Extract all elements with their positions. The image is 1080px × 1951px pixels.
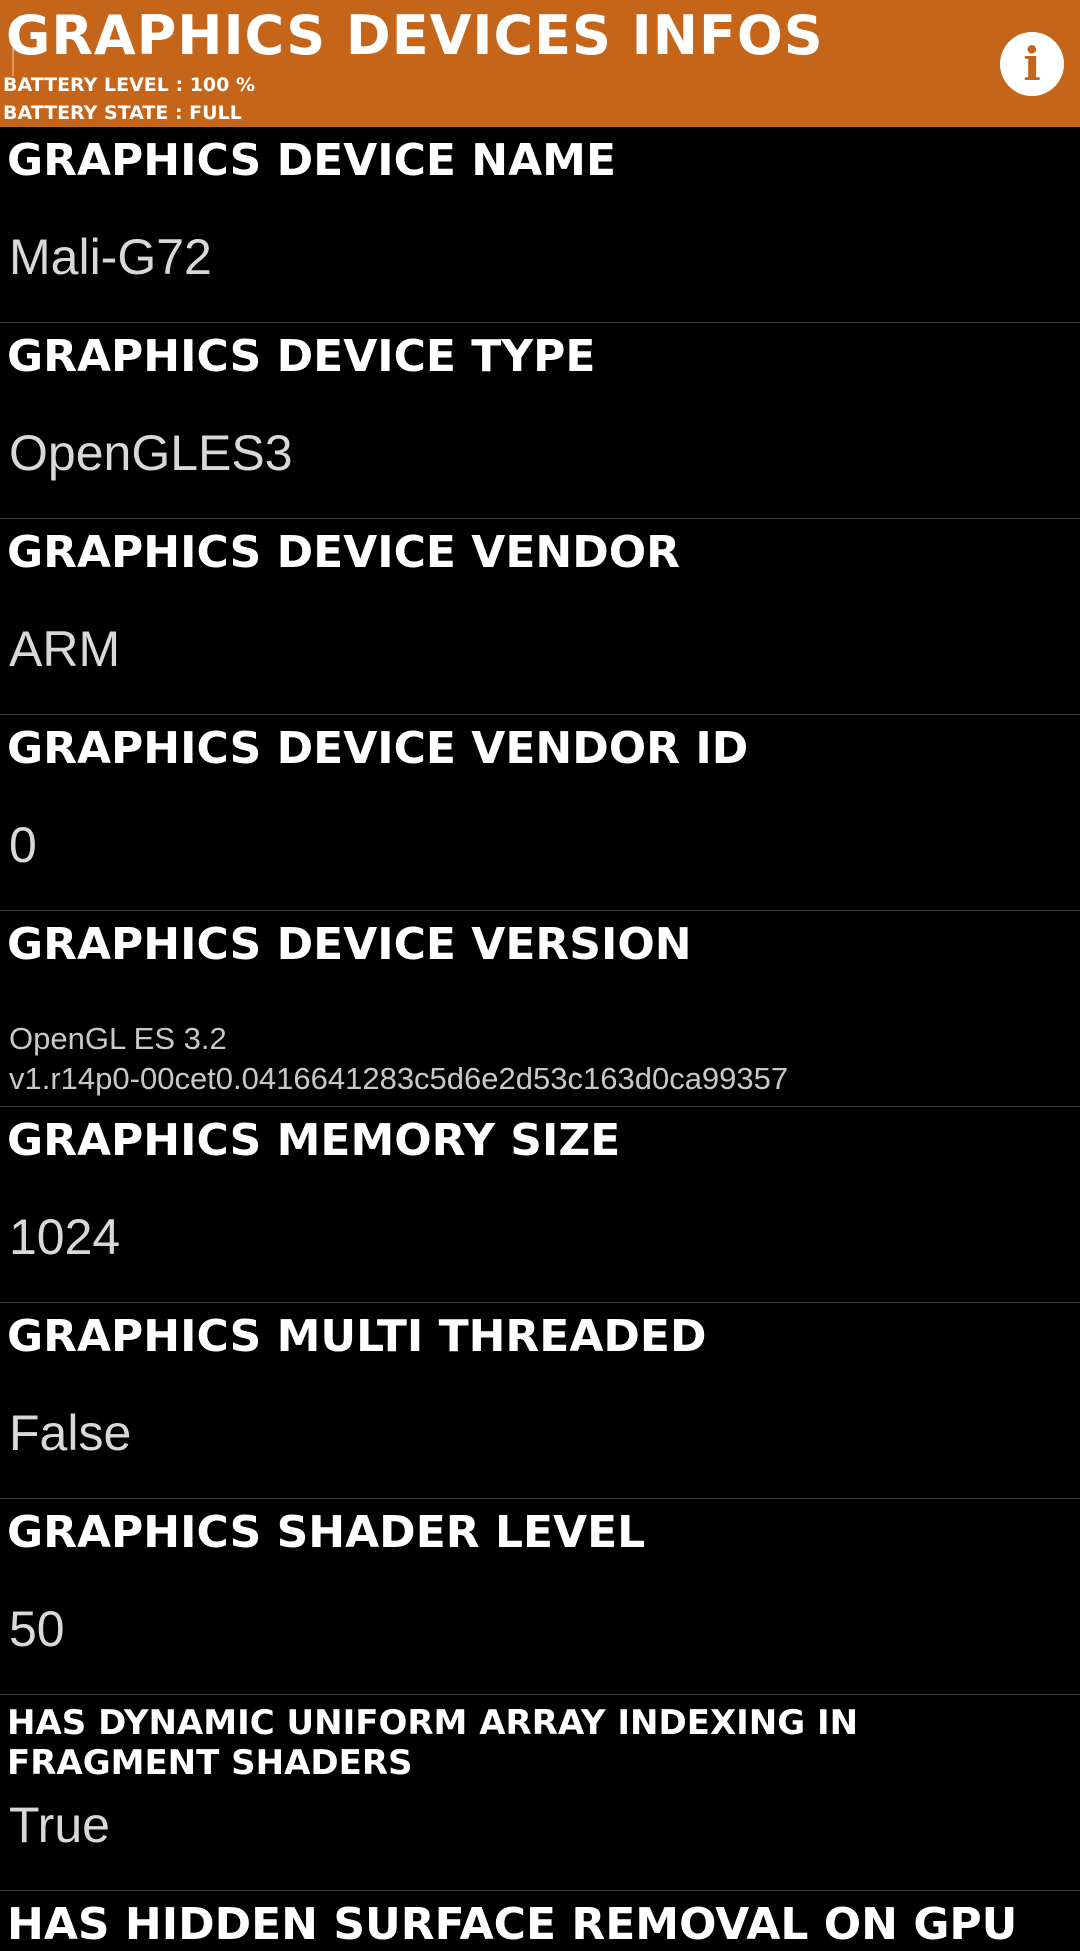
row-label: GRAPHICS DEVICE NAME: [7, 135, 616, 186]
row-value: OpenGL ES 3.2 v1.r14p0-00cet0.0416641283…: [9, 1021, 789, 1096]
list-item: GRAPHICS DEVICE VENDOR ARM: [0, 519, 1080, 715]
app-header: GRAPHICS DEVICES INFOS BATTERY LEVEL : 1…: [0, 0, 1080, 127]
list-item: GRAPHICS DEVICE TYPE OpenGLES3: [0, 323, 1080, 519]
row-label: GRAPHICS DEVICE VERSION: [7, 919, 692, 970]
row-label: HAS HIDDEN SURFACE REMOVAL ON GPU: [7, 1899, 1018, 1950]
list-item: GRAPHICS DEVICE VERSION OpenGL ES 3.2 v1…: [0, 911, 1080, 1107]
row-value: True: [9, 1797, 110, 1853]
list-item: GRAPHICS DEVICE VENDOR ID 0: [0, 715, 1080, 911]
row-label: GRAPHICS DEVICE VENDOR ID: [7, 723, 749, 774]
list-item: HAS HIDDEN SURFACE REMOVAL ON GPU: [0, 1891, 1080, 1951]
row-value: 0: [9, 817, 37, 873]
info-icon[interactable]: i: [1000, 32, 1064, 96]
list-item: GRAPHICS DEVICE NAME Mali-G72: [0, 127, 1080, 323]
battery-level-text: BATTERY LEVEL : 100 %: [3, 74, 256, 96]
list-item: GRAPHICS MULTI THREADED False: [0, 1303, 1080, 1499]
row-label: GRAPHICS MULTI THREADED: [7, 1311, 707, 1362]
row-label: HAS DYNAMIC UNIFORM ARRAY INDEXING IN FR…: [7, 1703, 859, 1783]
row-label: GRAPHICS SHADER LEVEL: [7, 1507, 646, 1558]
list-item: GRAPHICS SHADER LEVEL 50: [0, 1499, 1080, 1695]
page-title: GRAPHICS DEVICES INFOS: [6, 4, 824, 67]
row-label: GRAPHICS DEVICE VENDOR: [7, 527, 681, 578]
row-value: 50: [9, 1601, 65, 1657]
info-glyph: i: [1023, 37, 1041, 91]
row-value: False: [9, 1405, 132, 1461]
row-label: GRAPHICS MEMORY SIZE: [7, 1115, 621, 1166]
graphics-info-list[interactable]: GRAPHICS DEVICE NAME Mali-G72 GRAPHICS D…: [0, 127, 1080, 1951]
list-item: GRAPHICS MEMORY SIZE 1024: [0, 1107, 1080, 1303]
row-value: 1024: [9, 1209, 121, 1265]
row-value: ARM: [9, 621, 121, 677]
row-value: OpenGLES3: [9, 425, 293, 481]
row-label: GRAPHICS DEVICE TYPE: [7, 331, 596, 382]
row-value: Mali-G72: [9, 229, 212, 285]
list-item: HAS DYNAMIC UNIFORM ARRAY INDEXING IN FR…: [0, 1695, 1080, 1891]
battery-state-text: BATTERY STATE : FULL: [3, 102, 242, 124]
